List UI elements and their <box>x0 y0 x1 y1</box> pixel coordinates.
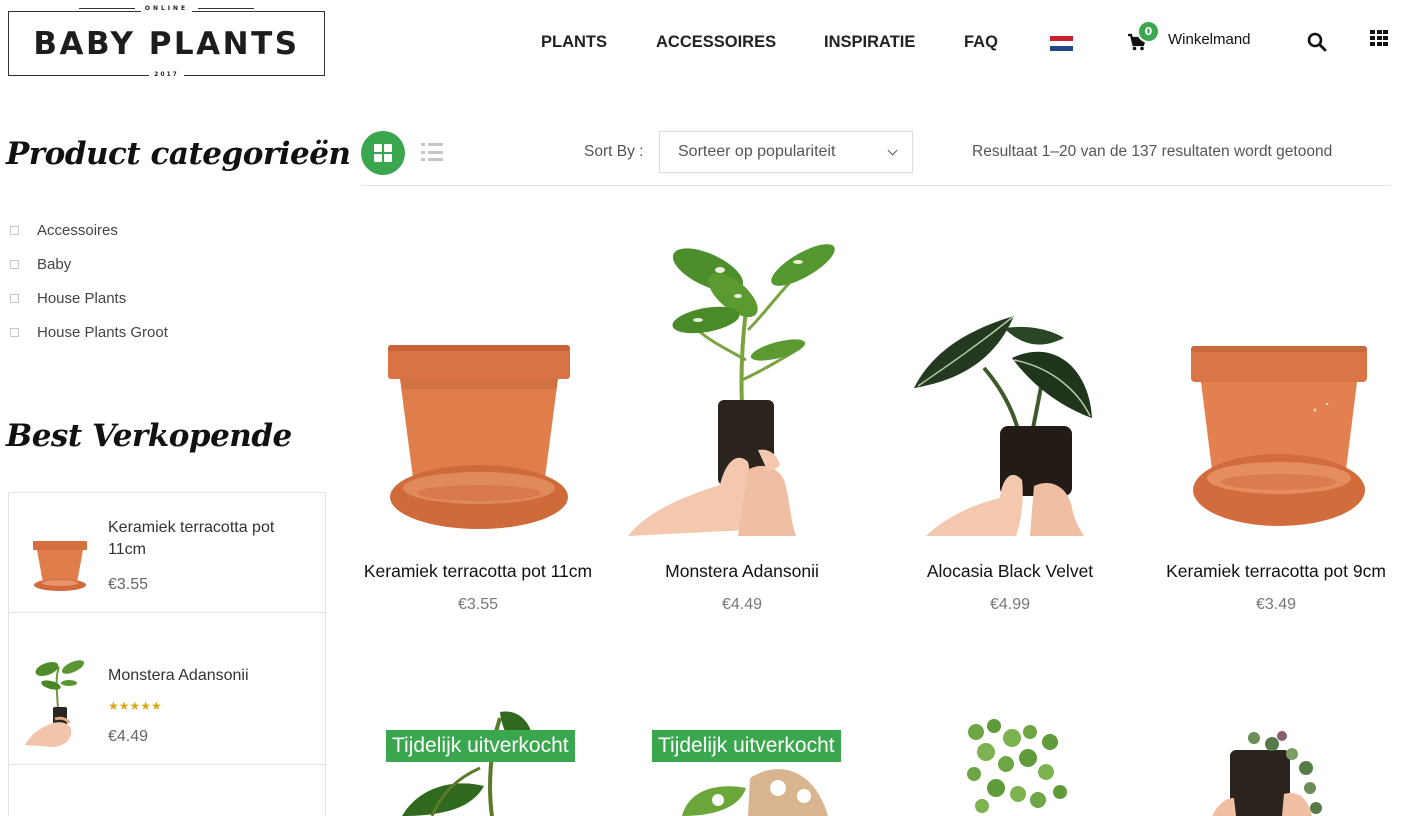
nav-inspiratie[interactable]: INSPIRATIE <box>824 33 915 52</box>
category-item-baby[interactable]: Baby <box>8 247 168 281</box>
list-view-icon[interactable] <box>421 143 443 161</box>
product-image[interactable] <box>904 308 1100 536</box>
logo-wordmark: BABY PLANTS <box>33 26 300 62</box>
nav-faq[interactable]: FAQ <box>964 33 998 52</box>
product-image[interactable] <box>946 712 1086 816</box>
categories-title: Product categorieën <box>6 136 351 172</box>
product-card[interactable]: Alocasia Black Velvet €4.99 <box>892 560 1128 614</box>
cart-label[interactable]: Winkelmand <box>1168 31 1251 48</box>
checkbox-icon[interactable] <box>10 259 19 269</box>
product-price: €3.55 <box>457 596 499 613</box>
search-icon[interactable] <box>1306 31 1328 53</box>
nav-plants[interactable]: PLANTS <box>541 33 607 52</box>
sort-select-value: Sorteer op populariteit <box>678 143 836 160</box>
logo-tagline: ONLINE <box>140 5 193 12</box>
product-card[interactable]: Monstera Adansonii €4.49 <box>624 560 860 614</box>
product-image[interactable] <box>628 708 860 816</box>
product-image[interactable] <box>1185 340 1375 536</box>
product-price: €4.49 <box>721 596 763 613</box>
out-of-stock-badge: Tijdelijk uitverkocht <box>386 730 575 762</box>
product-name[interactable]: Monstera Adansonii <box>624 560 860 583</box>
bestsellers-title: Best Verkopende <box>6 418 292 454</box>
category-item-accessoires[interactable]: Accessoires <box>8 213 168 247</box>
chevron-down-icon <box>887 145 898 156</box>
toolbar-divider <box>361 185 1391 186</box>
grid-view-button[interactable] <box>361 131 405 175</box>
product-image[interactable] <box>1212 728 1336 816</box>
out-of-stock-badge: Tijdelijk uitverkocht <box>652 730 841 762</box>
checkbox-icon[interactable] <box>10 327 19 337</box>
product-image[interactable] <box>628 240 844 536</box>
apps-grid-icon[interactable] <box>1370 30 1390 47</box>
grid-view-icon <box>374 144 392 162</box>
product-name[interactable]: Alocasia Black Velvet <box>892 560 1128 583</box>
flag-nl-icon[interactable] <box>1050 36 1073 51</box>
bestseller-price: €3.55 <box>108 576 149 593</box>
category-list: Accessoires Baby House Plants House Plan… <box>8 213 168 349</box>
logo-year: 2017 <box>149 71 184 78</box>
sort-by-label: Sort By : <box>584 143 644 160</box>
product-image[interactable] <box>362 708 594 816</box>
product-price: €4.99 <box>989 596 1031 613</box>
product-name[interactable]: Keramiek terracotta pot 9cm <box>1158 560 1394 583</box>
bestseller-item[interactable]: Keramiek terracotta pot 11cm €3.55 <box>9 493 325 613</box>
rating-stars: ★★★★★ <box>108 699 162 713</box>
product-price: €3.49 <box>1255 596 1297 613</box>
checkbox-icon[interactable] <box>10 225 19 235</box>
result-count: Resultaat 1–20 van de 137 resultaten wor… <box>972 143 1333 160</box>
product-name[interactable]: Keramiek terracotta pot 11cm <box>360 560 596 583</box>
product-image[interactable] <box>378 335 578 535</box>
category-item-house-plants[interactable]: House Plants <box>8 281 168 315</box>
product-thumbnail[interactable] <box>25 657 91 749</box>
product-thumbnail[interactable] <box>29 535 91 597</box>
bestseller-item[interactable]: Monstera Adansonii ★★★★★ €4.49 <box>9 613 325 765</box>
sort-select[interactable]: Sorteer op populariteit <box>659 131 913 173</box>
bestsellers-list: Keramiek terracotta pot 11cm €3.55 Monst… <box>8 492 326 816</box>
product-card[interactable]: Keramiek terracotta pot 11cm €3.55 <box>360 560 596 614</box>
site-logo[interactable]: ONLINE BABY PLANTS 2017 <box>8 5 325 78</box>
bestseller-name[interactable]: Monstera Adansonii <box>108 665 308 687</box>
product-card[interactable]: Keramiek terracotta pot 9cm €3.49 <box>1158 560 1394 614</box>
nav-accessoires[interactable]: ACCESSOIRES <box>656 33 776 52</box>
bestseller-name[interactable]: Keramiek terracotta pot 11cm <box>108 517 308 561</box>
checkbox-icon[interactable] <box>10 293 19 303</box>
category-item-house-plants-groot[interactable]: House Plants Groot <box>8 315 168 349</box>
bestseller-price: €4.49 <box>108 728 149 745</box>
cart-count-badge: 0 <box>1137 20 1160 43</box>
